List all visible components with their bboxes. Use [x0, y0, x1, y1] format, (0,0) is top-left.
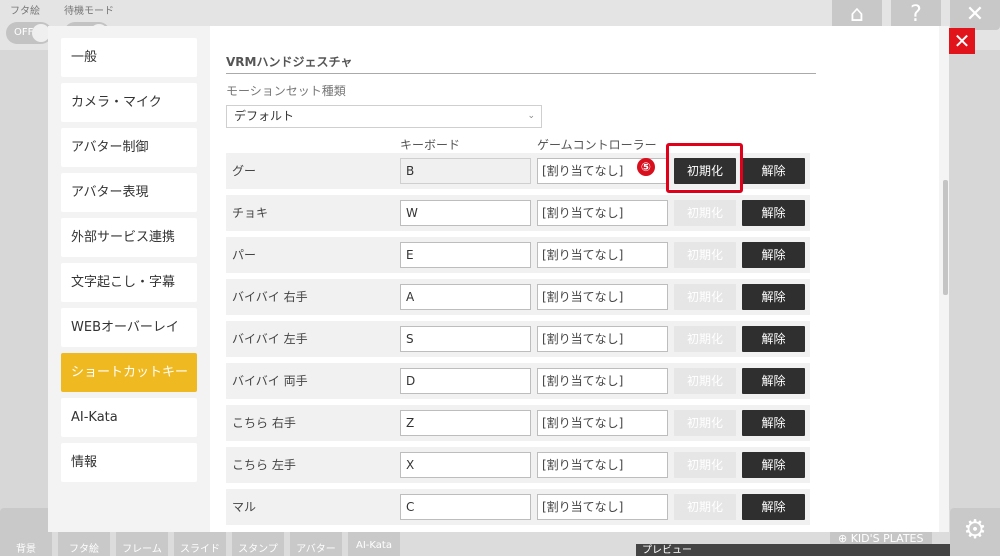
keyboard-key-field[interactable]: D	[400, 368, 531, 394]
keyboard-key-field[interactable]: S	[400, 326, 531, 352]
gear-icon: ⚙	[963, 515, 987, 545]
gesture-row-maru: マル C [割り当てなし] 初期化 解除	[226, 489, 810, 525]
clear-button[interactable]: 解除	[742, 284, 805, 310]
init-button[interactable]: 初期化	[674, 284, 736, 310]
sidebar-item-transcription[interactable]: 文字起こし・字幕	[61, 263, 197, 302]
keyboard-key-field[interactable]: X	[400, 452, 531, 478]
bottom-item-label: フタ絵	[69, 544, 99, 555]
gesture-row-byebye-left: バイバイ 左手 S [割り当てなし] 初期化 解除	[226, 321, 810, 357]
bottom-item-label: スライド	[180, 544, 220, 555]
dialog-close-button[interactable]: ✕	[949, 28, 975, 54]
gesture-label: こちら 左手	[232, 458, 296, 472]
sidebar-item-camera-mic[interactable]: カメラ・マイク	[61, 83, 197, 122]
gesture-row-kochira-right: こちら 右手 Z [割り当てなし] 初期化 解除	[226, 405, 810, 441]
step-number-badge: ⑤	[637, 158, 655, 176]
clear-button[interactable]: 解除	[742, 452, 805, 478]
sidebar-item-general[interactable]: 一般	[61, 38, 197, 77]
gesture-row-byebye-right: バイバイ 右手 A [割り当てなし] 初期化 解除	[226, 279, 810, 315]
lid-toggle[interactable]: OFF	[6, 22, 52, 44]
sidebar-item-ai-kata[interactable]: AI-Kata	[61, 398, 197, 437]
clear-button[interactable]: 解除	[742, 200, 805, 226]
app-close-button[interactable]: ✕	[950, 0, 1000, 30]
keyboard-key-field[interactable]: B	[400, 158, 531, 184]
help-icon: ?	[910, 2, 922, 27]
keyboard-key-field[interactable]: W	[400, 200, 531, 226]
section-title: VRMハンドジェスチャ	[226, 55, 353, 69]
gamepad-column-header: ゲームコントローラー	[537, 138, 657, 152]
gamepad-field[interactable]: [割り当てなし]	[537, 494, 668, 520]
gesture-row-paa: パー E [割り当てなし] 初期化 解除	[226, 237, 810, 273]
keyboard-key-field[interactable]: Z	[400, 410, 531, 436]
clear-button[interactable]: 解除	[742, 410, 805, 436]
bottom-item-label: スタンプ	[238, 544, 278, 555]
gamepad-field[interactable]: [割り当てなし]	[537, 242, 668, 268]
init-button[interactable]: 初期化	[674, 494, 736, 520]
preview-label: プレビュー	[642, 545, 692, 556]
settings-sidebar: 一般 カメラ・マイク アバター制御 アバター表現 外部サービス連携 文字起こし・…	[48, 26, 210, 532]
bottom-item-label: AI-Kata	[356, 540, 392, 551]
clear-button[interactable]: 解除	[742, 158, 805, 184]
chevron-down-icon: ⌄	[527, 111, 535, 121]
gesture-label: バイバイ 両手	[232, 374, 308, 388]
gamepad-field[interactable]: [割り当てなし]	[537, 410, 668, 436]
standby-tool-label: 待機モード	[64, 6, 114, 17]
section-divider	[226, 73, 816, 74]
clear-button[interactable]: 解除	[742, 242, 805, 268]
clear-button[interactable]: 解除	[742, 494, 805, 520]
keyboard-key-field[interactable]: E	[400, 242, 531, 268]
gesture-label: パー	[232, 248, 257, 262]
bottom-item-background[interactable]: 背景	[0, 508, 52, 556]
bottom-item-label: 背景	[16, 544, 36, 555]
gesture-label: バイバイ 左手	[232, 332, 308, 346]
motion-set-label: モーションセット種類	[226, 84, 346, 98]
lid-tool-label: フタ絵	[10, 6, 40, 17]
scrollbar-thumb[interactable]	[943, 180, 948, 295]
bottom-item-label: アバター	[296, 544, 336, 555]
init-button[interactable]: 初期化	[674, 326, 736, 352]
init-button[interactable]: 初期化	[674, 452, 736, 478]
sidebar-item-external-services[interactable]: 外部サービス連携	[61, 218, 197, 257]
gamepad-field[interactable]: [割り当てなし]	[537, 452, 668, 478]
gesture-label: チョキ	[232, 206, 269, 220]
settings-dialog: 一般 カメラ・マイク アバター制御 アバター表現 外部サービス連携 文字起こし・…	[48, 26, 942, 532]
settings-content: VRMハンドジェスチャ モーションセット種類 デフォルト ⌄ キーボード ゲーム…	[210, 26, 942, 532]
gesture-label: こちら 右手	[232, 416, 296, 430]
motion-set-select[interactable]: デフォルト ⌄	[226, 105, 542, 128]
gesture-label: マル	[232, 500, 257, 514]
init-button[interactable]: 初期化	[674, 242, 736, 268]
gamepad-field[interactable]: [割り当てなし]	[537, 326, 668, 352]
gamepad-field[interactable]: [割り当てなし]	[537, 284, 668, 310]
close-icon: ✕	[953, 29, 971, 53]
gesture-row-kochira-left: こちら 左手 X [割り当てなし] 初期化 解除	[226, 447, 810, 483]
gesture-label: グー	[232, 164, 257, 178]
sidebar-item-info[interactable]: 情報	[61, 443, 197, 482]
clear-button[interactable]: 解除	[742, 326, 805, 352]
clear-button[interactable]: 解除	[742, 368, 805, 394]
sidebar-item-avatar-control[interactable]: アバター制御	[61, 128, 197, 167]
lid-toggle-label: OFF	[14, 27, 34, 38]
gamepad-field[interactable]: [割り当てなし]	[537, 200, 668, 226]
init-button[interactable]: 初期化	[674, 410, 736, 436]
sidebar-item-web-overlay[interactable]: WEBオーバーレイ	[61, 308, 197, 347]
home-icon: ⌂	[850, 2, 864, 27]
preview-tab[interactable]: プレビュー	[636, 544, 1000, 556]
gesture-label: バイバイ 右手	[232, 290, 308, 304]
gesture-row-byebye-both: バイバイ 両手 D [割り当てなし] 初期化 解除	[226, 363, 810, 399]
close-icon: ✕	[965, 2, 985, 27]
keyboard-key-field[interactable]: C	[400, 494, 531, 520]
settings-button[interactable]: ⚙	[950, 508, 1000, 556]
highlight-box	[666, 143, 743, 193]
gamepad-field[interactable]: [割り当てなし]	[537, 368, 668, 394]
motion-set-value: デフォルト	[234, 109, 295, 123]
keyboard-key-field[interactable]: A	[400, 284, 531, 310]
keyboard-column-header: キーボード	[400, 138, 461, 152]
bottom-item-label: フレーム	[122, 544, 162, 555]
sidebar-item-avatar-expression[interactable]: アバター表現	[61, 173, 197, 212]
sidebar-item-shortcut-keys[interactable]: ショートカットキー	[61, 353, 197, 392]
init-button[interactable]: 初期化	[674, 200, 736, 226]
init-button[interactable]: 初期化	[674, 368, 736, 394]
gesture-row-choki: チョキ W [割り当てなし] 初期化 解除	[226, 195, 810, 231]
